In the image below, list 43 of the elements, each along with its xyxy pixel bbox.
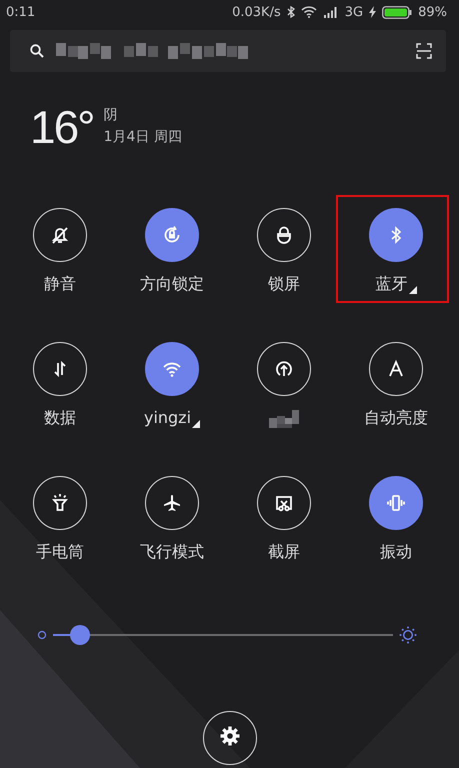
- dim-icon: [37, 630, 47, 640]
- network-type: 3G: [344, 4, 364, 20]
- airplane-icon: [162, 493, 182, 513]
- settings-button[interactable]: [202, 711, 256, 765]
- padlock-icon: [274, 225, 294, 245]
- brightness-sun-icon: [399, 626, 417, 644]
- rotation-lock-icon: [162, 225, 182, 245]
- tile-label: 蓝牙: [376, 274, 408, 294]
- toggle-button[interactable]: [369, 476, 423, 530]
- upload-circle-icon: [274, 359, 294, 379]
- flashlight-icon: [50, 493, 70, 513]
- battery-percent: 89%: [418, 4, 447, 20]
- battery-icon: [382, 6, 412, 18]
- tile-label: 截屏: [268, 542, 300, 562]
- toggle-button[interactable]: [369, 208, 423, 262]
- toggle-button[interactable]: [145, 342, 199, 396]
- bluetooth-icon: [286, 6, 295, 18]
- search-field[interactable]: [10, 30, 446, 72]
- weather-date: 1月4日 周四: [104, 128, 182, 146]
- tile-label: 方向锁定: [140, 274, 204, 294]
- tile-label: 自动亮度: [364, 408, 428, 428]
- tile-label: yingzi: [144, 408, 192, 428]
- vibrate-icon: [386, 493, 406, 513]
- wifi-icon: [300, 6, 317, 18]
- tile-label: 飞行模式: [140, 542, 204, 562]
- tile-label: 振动: [380, 542, 412, 562]
- tile-label: 锁屏: [268, 274, 300, 294]
- settings-icon: [220, 726, 240, 746]
- temperature: 16°: [30, 102, 94, 152]
- tile-label: 数据: [44, 408, 76, 428]
- signal-icon: [322, 6, 339, 18]
- status-time: 0:11: [6, 4, 36, 20]
- charging-icon: [369, 6, 376, 18]
- scissors-frame-icon: [274, 493, 294, 513]
- search-icon: [30, 44, 44, 58]
- network-speed: 0.03K/s: [232, 4, 281, 20]
- slider-thumb[interactable]: [70, 625, 90, 645]
- bell-muted-icon: [50, 225, 70, 245]
- toggle-button[interactable]: [145, 208, 199, 262]
- tile-label: 手电筒: [36, 542, 84, 562]
- weather-condition: 阴: [104, 106, 119, 124]
- tile-label: 静音: [44, 274, 76, 294]
- scan-icon[interactable]: [416, 43, 432, 59]
